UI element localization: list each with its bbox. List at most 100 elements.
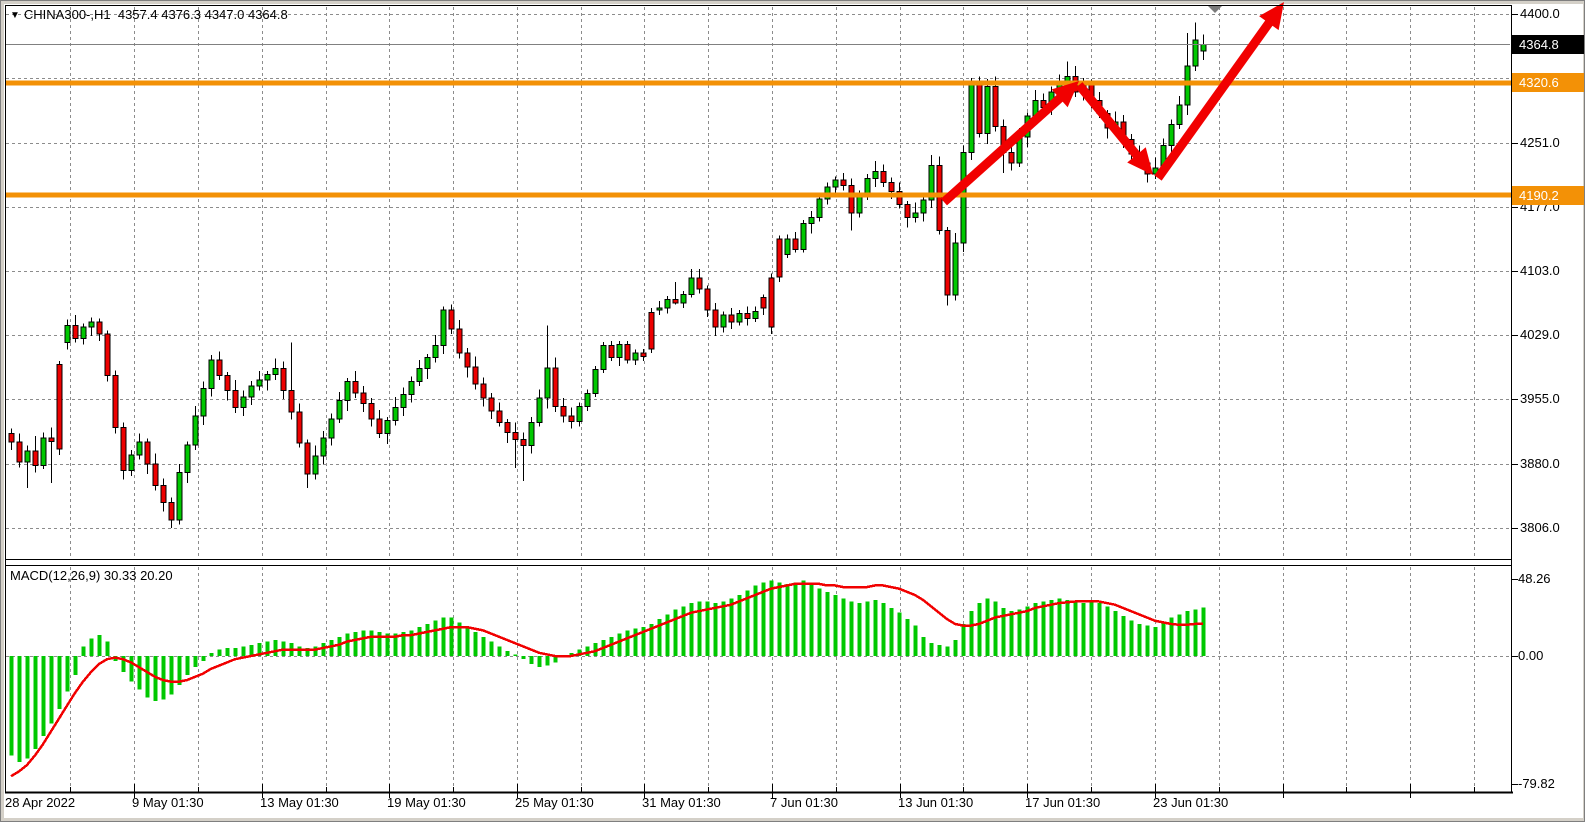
time-scale-label[interactable]: 25 May 01:30 bbox=[515, 795, 594, 810]
price-scale-label[interactable]: 4103.0 bbox=[1520, 263, 1560, 278]
chart-canvas[interactable] bbox=[1, 1, 1585, 822]
candle-body bbox=[473, 367, 478, 384]
macd-histogram-bar bbox=[906, 619, 910, 656]
candle-body bbox=[753, 312, 758, 319]
candle-body bbox=[777, 239, 782, 277]
chart-title: ▼CHINA300-,H1 4357.4 4376.3 4347.0 4364.… bbox=[10, 7, 288, 22]
candle-body bbox=[601, 345, 606, 369]
macd-histogram-bar bbox=[962, 624, 966, 656]
macd-indicator bbox=[10, 581, 1206, 777]
candle-body bbox=[321, 438, 326, 456]
macd-histogram-bar bbox=[530, 656, 534, 664]
candle-body bbox=[1009, 152, 1014, 162]
indicator-scale-label[interactable]: -79.82 bbox=[1518, 776, 1555, 791]
candle-body bbox=[241, 397, 246, 407]
macd-histogram-bar bbox=[738, 595, 742, 656]
candle-body bbox=[465, 353, 470, 367]
macd-histogram-bar bbox=[970, 611, 974, 656]
indicator-scale-label[interactable]: 0.00 bbox=[1518, 648, 1543, 663]
macd-histogram-bar bbox=[10, 656, 14, 755]
ohlc-readout: 4357.4 4376.3 4347.0 4364.8 bbox=[118, 7, 288, 22]
candle-body bbox=[449, 310, 454, 329]
trend-arrow-shaft[interactable] bbox=[1158, 12, 1277, 178]
candle-body bbox=[113, 376, 118, 428]
candle-body bbox=[977, 85, 982, 133]
candle-body bbox=[121, 427, 126, 470]
time-scale-label[interactable]: 7 Jun 01:30 bbox=[770, 795, 838, 810]
macd-histogram-bar bbox=[90, 638, 94, 656]
price-scale-label[interactable]: 3806.0 bbox=[1520, 520, 1560, 535]
time-scale-label[interactable]: 23 Jun 01:30 bbox=[1153, 795, 1228, 810]
candle-body bbox=[817, 199, 822, 217]
macd-histogram-bar bbox=[1090, 601, 1094, 656]
candle-body bbox=[761, 298, 766, 308]
candle-body bbox=[673, 299, 678, 302]
macd-histogram-bar bbox=[674, 610, 678, 656]
indicator-scale-label[interactable]: 48.26 bbox=[1518, 571, 1551, 586]
price-scale-label[interactable]: 4251.0 bbox=[1520, 135, 1560, 150]
macd-histogram-bar bbox=[226, 648, 230, 656]
macd-histogram-bar bbox=[130, 656, 134, 682]
candle-body bbox=[833, 180, 838, 187]
candle-body bbox=[729, 315, 734, 322]
macd-histogram-bar bbox=[338, 637, 342, 656]
candle-body bbox=[161, 485, 166, 502]
candle-body bbox=[809, 217, 814, 223]
macd-histogram-bar bbox=[882, 603, 886, 656]
candle-body bbox=[281, 369, 286, 391]
time-scale-label[interactable]: 31 May 01:30 bbox=[642, 795, 721, 810]
candle-body bbox=[129, 455, 134, 471]
candle-body bbox=[305, 443, 310, 474]
macd-histogram-bar bbox=[1082, 603, 1086, 656]
time-scale-label[interactable]: 9 May 01:30 bbox=[132, 795, 204, 810]
macd-histogram-bar bbox=[370, 630, 374, 656]
macd-histogram-bar bbox=[138, 656, 142, 690]
candle-body bbox=[441, 310, 446, 345]
macd-histogram-bar bbox=[298, 646, 302, 656]
trend-arrow-shaft[interactable] bbox=[1079, 85, 1145, 166]
macd-histogram-bar bbox=[778, 582, 782, 656]
macd-histogram-bar bbox=[1010, 611, 1014, 656]
candle-body bbox=[377, 419, 382, 434]
time-scale-label[interactable]: 17 Jun 01:30 bbox=[1025, 795, 1100, 810]
macd-histogram-bar bbox=[682, 606, 686, 656]
time-scale-label[interactable]: 28 Apr 2022 bbox=[5, 795, 75, 810]
macd-histogram-bar bbox=[506, 651, 510, 656]
price-scale-label[interactable]: 4400.0 bbox=[1520, 6, 1560, 21]
macd-histogram-bar bbox=[930, 643, 934, 656]
candle-body bbox=[313, 456, 318, 474]
macd-histogram-bar bbox=[426, 624, 430, 656]
macd-histogram-bar bbox=[18, 656, 22, 762]
macd-histogram-bar bbox=[730, 598, 734, 656]
macd-histogram-bar bbox=[634, 629, 638, 656]
candle-body bbox=[353, 382, 358, 393]
macd-histogram-bar bbox=[866, 601, 870, 656]
candle-body bbox=[297, 412, 302, 443]
macd-histogram-bar bbox=[314, 646, 318, 656]
candle-body bbox=[265, 375, 270, 380]
candle-body bbox=[513, 433, 518, 440]
candle-body bbox=[345, 382, 350, 401]
macd-histogram-bar bbox=[714, 603, 718, 656]
time-scale-label[interactable]: 13 May 01:30 bbox=[260, 795, 339, 810]
candle-body bbox=[337, 401, 342, 419]
candle-body bbox=[585, 394, 590, 407]
candle-body bbox=[457, 329, 462, 353]
time-scale-label[interactable]: 13 Jun 01:30 bbox=[898, 795, 973, 810]
price-scale-label[interactable]: 4029.0 bbox=[1520, 327, 1560, 342]
time-scale-label[interactable]: 19 May 01:30 bbox=[387, 795, 466, 810]
candle-body bbox=[721, 315, 726, 327]
candle-body bbox=[841, 180, 846, 185]
price-scale-label[interactable]: 3880.0 bbox=[1520, 456, 1560, 471]
macd-histogram-bar bbox=[210, 653, 214, 656]
candle-body bbox=[737, 313, 742, 322]
trend-arrow-shaft[interactable] bbox=[944, 89, 1070, 202]
macd-histogram-bar bbox=[898, 613, 902, 656]
candle-body bbox=[857, 196, 862, 213]
price-scale-label[interactable]: 3955.0 bbox=[1520, 391, 1560, 406]
candle-body bbox=[705, 289, 710, 310]
macd-histogram-bar bbox=[1074, 601, 1078, 656]
macd-histogram-bar bbox=[842, 598, 846, 656]
candle-body bbox=[521, 440, 526, 446]
candle-body bbox=[137, 442, 142, 455]
